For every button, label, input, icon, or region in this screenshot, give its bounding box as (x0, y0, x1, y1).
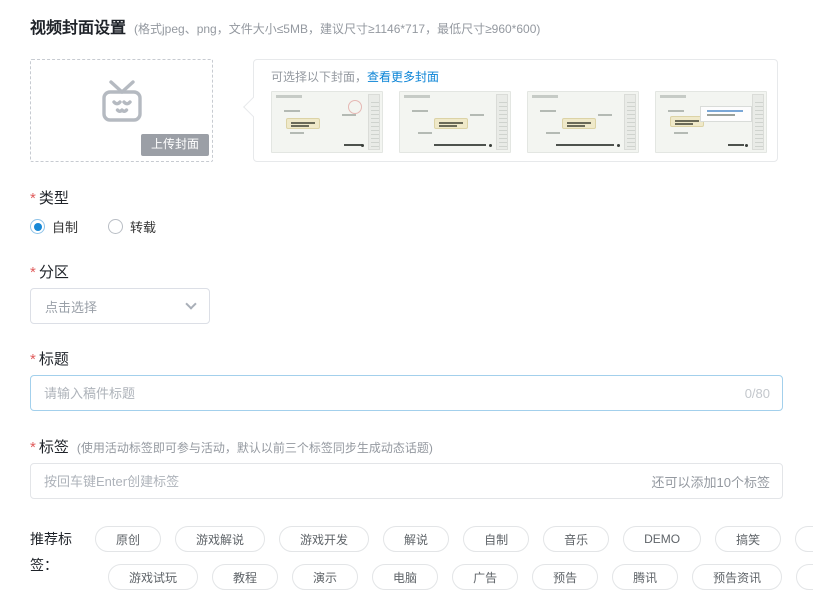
recommended-tag[interactable]: DEMO (623, 526, 701, 552)
tags-label-row: * 标签 (使用活动标签即可参与活动，默认以前三个标签同步生成动态话题) (30, 438, 783, 458)
bilibili-tv-icon (95, 79, 149, 130)
required-asterisk: * (30, 189, 36, 209)
recommended-tag[interactable]: 教程 (212, 564, 278, 590)
radio-unselected-icon (108, 219, 123, 234)
cover-format-note: (格式jpeg、png，文件大小≤5MB，建议尺寸≥1146*717，最低尺寸≥… (134, 20, 540, 37)
recommended-tag[interactable]: 原创 (95, 526, 161, 552)
recommended-tag[interactable]: 解说 (383, 526, 449, 552)
title-label-row: * 标题 (30, 350, 783, 370)
recommended-tags-label: 推荐标签： (30, 526, 95, 596)
cover-row: 上传封面 可选择以下封面，查看更多封面 (30, 59, 783, 162)
title-input[interactable] (30, 375, 783, 411)
panel-hint-row: 可选择以下封面，查看更多封面 (271, 68, 761, 86)
recommended-tag[interactable]: 自制 (463, 526, 529, 552)
cover-suggestions-panel: 可选择以下封面，查看更多封面 (253, 59, 778, 162)
panel-hint-text: 可选择以下封面， (271, 70, 367, 84)
type-radio-group: 自制 转载 (30, 217, 783, 236)
recommended-tags-section: 推荐标签： 原创游戏解说游戏开发解说自制音乐DEMO搞笑MV 游戏试玩教程演示电… (30, 526, 783, 596)
section-title: 视频封面设置 (30, 14, 126, 38)
cover-thumbnail-3[interactable] (527, 91, 639, 153)
cover-thumbnails (271, 91, 761, 153)
cover-thumbnail-4[interactable] (655, 91, 767, 153)
upload-cover-button[interactable]: 上传封面 (141, 134, 209, 156)
type-label-row: * 类型 (30, 189, 783, 209)
video-submit-form: 视频封面设置 (格式jpeg、png，文件大小≤5MB，建议尺寸≥1146*71… (0, 0, 813, 596)
category-select-placeholder: 点击选择 (45, 297, 97, 316)
panel-arrow-tail (243, 97, 263, 117)
recommended-tag[interactable]: 演示 (292, 564, 358, 590)
recommended-tag[interactable]: 搞笑 (715, 526, 781, 552)
recommended-tag[interactable]: 游戏开发 (279, 526, 369, 552)
required-asterisk: * (30, 263, 36, 283)
cover-thumbnail-1[interactable] (271, 91, 383, 153)
recommended-tag[interactable]: 预告 (532, 564, 598, 590)
chevron-down-icon (185, 298, 196, 309)
title-label: 标题 (39, 350, 69, 370)
radio-repost[interactable]: 转载 (108, 217, 156, 236)
upload-cover-dropzone[interactable]: 上传封面 (30, 59, 213, 162)
recommended-tag[interactable]: 音乐 (543, 526, 609, 552)
tags-note: (使用活动标签即可参与活动，默认以前三个标签同步生成动态话题) (77, 438, 433, 458)
required-asterisk: * (30, 438, 36, 458)
tags-input-wrap: 还可以添加10个标签 (30, 463, 783, 499)
recommended-tags-row-2: 游戏试玩教程演示电脑广告预告腾讯预告资讯教学 (108, 564, 813, 590)
title-input-wrap: 0/80 (30, 375, 783, 411)
tags-label: 标签 (39, 438, 69, 458)
radio-selected-icon (30, 219, 45, 234)
cover-thumbnail-2[interactable] (399, 91, 511, 153)
view-more-covers-link[interactable]: 查看更多封面 (367, 70, 439, 84)
category-label-row: * 分区 (30, 263, 783, 283)
cover-settings-header: 视频封面设置 (格式jpeg、png，文件大小≤5MB，建议尺寸≥1146*71… (30, 14, 783, 38)
recommended-tag[interactable]: 预告资讯 (692, 564, 782, 590)
recommended-tag[interactable]: 电脑 (372, 564, 438, 590)
recommended-tag[interactable]: 广告 (452, 564, 518, 590)
recommended-tag[interactable]: 游戏解说 (175, 526, 265, 552)
recommended-tags-rows: 原创游戏解说游戏开发解说自制音乐 DEMO 搞笑 MV 游戏试玩教程演示电脑广告预告腾… (95, 526, 813, 596)
required-asterisk: * (30, 350, 36, 370)
recommended-tags-row-1: 原创游戏解说游戏开发解说自制音乐 DEMO 搞笑 MV (95, 526, 813, 552)
recommended-tag[interactable]: 腾讯 (612, 564, 678, 590)
type-label: 类型 (39, 189, 69, 209)
radio-self-made[interactable]: 自制 (30, 217, 78, 236)
recommended-tag[interactable]: 游戏试玩 (108, 564, 198, 590)
recommended-tag[interactable]: 教学 (796, 564, 813, 590)
category-label: 分区 (39, 263, 69, 283)
tags-input[interactable] (30, 463, 783, 499)
recommended-tag[interactable]: MV (795, 526, 813, 552)
category-select[interactable]: 点击选择 (30, 288, 210, 324)
